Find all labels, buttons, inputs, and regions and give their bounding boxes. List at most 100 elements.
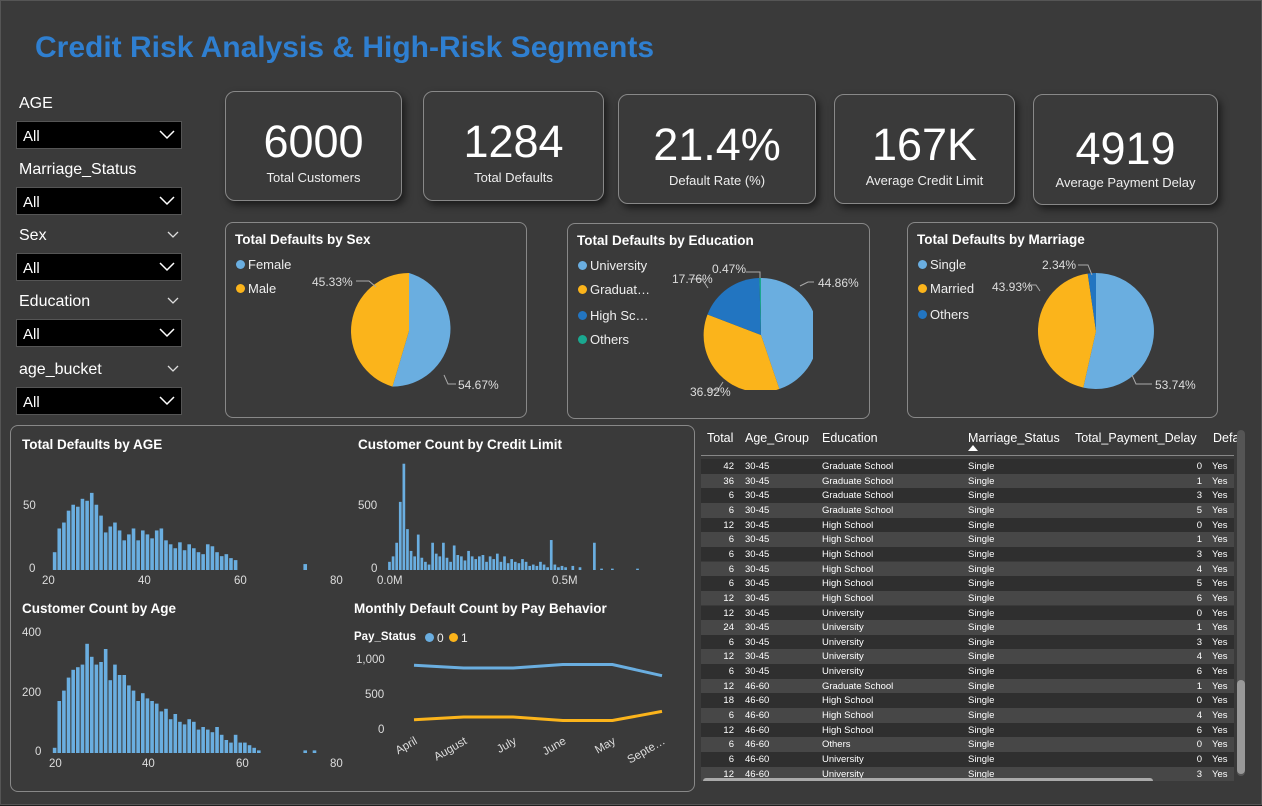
table-cell: 30-45 [745,461,770,472]
table-cell: 4 [1196,651,1202,663]
table-cell: 6 [728,666,734,678]
table-row[interactable]: 6 30-45 Graduate School Single 5 Yes [701,502,1234,518]
table-cell: Yes [1212,768,1228,780]
table-row[interactable]: 36 30-45 Graduate School Single 1 Yes [701,473,1234,489]
vertical-scrollbar-thumb[interactable] [1237,680,1245,774]
table-cell: University [822,651,864,663]
table-cell: Yes [1212,490,1228,502]
table-cell: Yes [1212,578,1228,590]
table-cell: Yes [1212,563,1228,575]
header-divider [701,455,1234,456]
table-cell: 6 [728,739,734,751]
column-header-education[interactable]: Education [822,431,878,445]
table-cell: Graduate School [822,680,894,692]
table-cell: 5 [1196,504,1202,516]
table-cell: Single [968,548,995,560]
table-row[interactable]: 42 30-45 Graduate School Single 0 Yes [701,459,1234,474]
table-row[interactable]: 6 30-45 University Single 3 Yes [701,634,1234,650]
table-cell: Single [968,490,995,502]
table-cell: University [822,754,864,765]
table-cell: 12 [723,607,734,619]
table-cell: 1 [1196,622,1202,634]
table-cell: Yes [1212,724,1228,736]
table-row[interactable]: 6 30-45 University Single 6 Yes [701,664,1234,679]
table-cell: 6 [728,578,734,590]
table-cell: 30-45 [745,578,770,590]
series-line-1[interactable] [413,709,663,722]
column-header-total-payment-delay[interactable]: Total_Payment_Delay [1075,431,1197,445]
table-cell: 30-45 [745,607,770,619]
table-cell: Single [968,754,995,765]
table-cell: 30-45 [745,563,770,575]
table-row[interactable]: 6 46-60 University Single 0 Yes [701,752,1234,767]
table-cell: 6 [728,548,734,560]
table-cell: Yes [1212,710,1228,722]
table-cell: High School [822,548,874,560]
table-row[interactable]: 6 46-60 Others Single 0 Yes [701,737,1234,752]
table-cell: 0 [1196,519,1202,531]
table-row[interactable]: 6 30-45 High School Single 3 Yes [701,546,1234,562]
x-tick: July [495,735,519,756]
table-row[interactable]: 6 30-45 High School Single 5 Yes [701,576,1234,591]
x-tick: June [541,735,569,758]
table-cell: 30-45 [745,490,770,502]
table-cell: High School [822,519,874,531]
table-cell: Single [968,680,995,692]
table-row[interactable]: 12 30-45 High School Single 0 Yes [701,517,1234,533]
table-cell: Yes [1212,695,1228,707]
table-cell: 6 [1196,724,1202,736]
table-cell: Single [968,563,995,575]
table-cell: Yes [1212,680,1228,692]
table-cell: 30-45 [745,519,770,531]
table-cell: 46-60 [745,739,770,751]
table-cell: Single [968,666,995,678]
table-cell: Yes [1212,475,1228,487]
series-line-0[interactable] [413,663,663,678]
column-header-age-group[interactable]: Age_Group [745,431,809,445]
table-cell: University [822,636,864,648]
table-cell: 46-60 [745,710,770,722]
table-cell: Single [968,636,995,648]
x-tick: April [394,735,420,757]
table-cell: Yes [1212,607,1228,619]
sort-ascending-icon[interactable] [968,445,978,451]
table-row[interactable]: 18 46-60 High School Single 0 Yes [701,693,1234,708]
table-row[interactable]: 12 30-45 University Single 0 Yes [701,605,1234,621]
table-cell: 3 [1196,636,1202,648]
table-row[interactable]: 6 46-60 High School Single 4 Yes [701,708,1234,723]
table-cell: Single [968,592,995,604]
column-header-total[interactable]: Total [707,431,733,445]
table-cell: 4 [1196,563,1202,575]
table-row[interactable]: 12 30-45 High School Single 6 Yes [701,590,1234,606]
table-row[interactable]: 12 46-60 Graduate School Single 1 Yes [701,678,1234,694]
table-cell: 0 [1196,695,1202,707]
table-cell: High School [822,578,874,590]
table-cell: Single [968,504,995,516]
table-cell: 1 [1196,534,1202,546]
table-cell: Yes [1212,739,1228,751]
table-cell: 30-45 [745,622,770,634]
table-row[interactable]: 6 30-45 High School Single 4 Yes [701,561,1234,577]
table-row[interactable]: 24 30-45 University Single 1 Yes [701,620,1234,635]
table-cell: 6 [728,534,734,546]
table-cell: Graduate School [822,475,894,487]
x-tick: August [432,735,470,764]
table-cell: 12 [723,680,734,692]
table-cell: 30-45 [745,636,770,648]
horizontal-scrollbar-thumb[interactable] [703,778,1153,781]
table-row[interactable]: 12 46-60 High School Single 6 Yes [701,722,1234,738]
table-cell: Yes [1212,651,1228,663]
table-cell: High School [822,534,874,546]
vertical-scrollbar-track[interactable] [1237,430,1245,776]
table-cell: 12 [723,592,734,604]
table-cell: 30-45 [745,592,770,604]
column-header-default[interactable]: Defa [1213,431,1239,445]
table-row[interactable]: 6 30-45 Graduate School Single 3 Yes [701,488,1234,503]
table-row[interactable]: 6 30-45 High School Single 1 Yes [701,532,1234,547]
table-cell: 1 [1196,680,1202,692]
table-row[interactable]: 12 30-45 University Single 4 Yes [701,649,1234,665]
table-cell: Single [968,622,995,634]
table-cell: University [822,622,864,634]
table-cell: Single [968,519,995,531]
column-header-marriage-status[interactable]: Marriage_Status [968,431,1060,445]
